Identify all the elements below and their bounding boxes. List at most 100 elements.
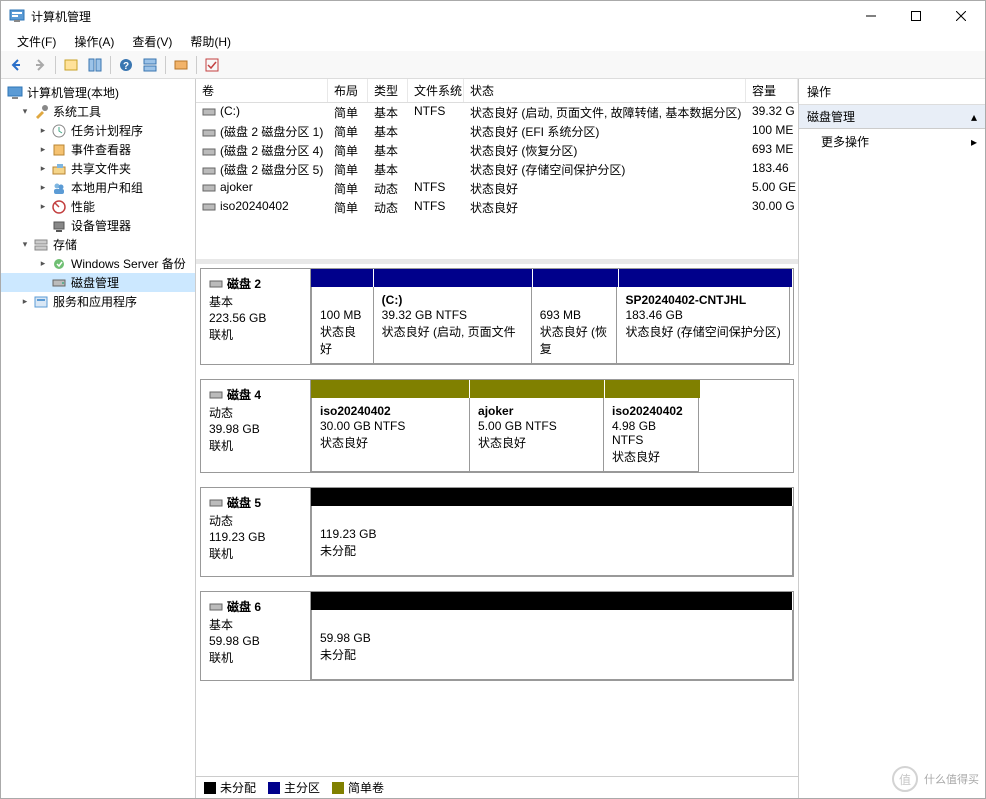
col-type[interactable]: 类型 bbox=[368, 79, 408, 102]
disk-info: 磁盘 6基本59.98 GB联机 bbox=[201, 592, 311, 680]
menu-action[interactable]: 操作(A) bbox=[66, 31, 122, 52]
collapse-icon: ▴ bbox=[971, 110, 977, 124]
legend-item: 主分区 bbox=[268, 779, 320, 796]
partition-header bbox=[374, 269, 533, 287]
volume-row[interactable]: (C:)简单基本NTFS状态良好 (启动, 页面文件, 故障转储, 基本数据分区… bbox=[196, 103, 798, 122]
chevron-right-icon: ▸ bbox=[37, 201, 49, 213]
chevron-right-icon: ▸ bbox=[19, 296, 31, 308]
legend-swatch bbox=[268, 782, 280, 794]
tree-item-disk-management[interactable]: 磁盘管理 bbox=[1, 273, 195, 292]
toolbar-btn-3[interactable] bbox=[139, 54, 161, 76]
tree-item-shared-folders[interactable]: ▸共享文件夹 bbox=[1, 159, 195, 178]
tree-item-performance[interactable]: ▸性能 bbox=[1, 197, 195, 216]
legend-swatch bbox=[204, 782, 216, 794]
volume-icon bbox=[202, 181, 216, 195]
col-layout[interactable]: 布局 bbox=[328, 79, 368, 102]
tree-group-storage[interactable]: ▾ 存储 bbox=[1, 235, 195, 254]
legend-item: 未分配 bbox=[204, 779, 256, 796]
tree-item-server-backup[interactable]: ▸Windows Server 备份 bbox=[1, 254, 195, 273]
disk-row[interactable]: 磁盘 6基本59.98 GB联机 59.98 GB未分配 bbox=[200, 591, 794, 681]
chevron-right-icon: ▸ bbox=[37, 182, 49, 194]
partition-cell[interactable]: (C:)39.32 GB NTFS状态良好 (启动, 页面文件 bbox=[373, 287, 532, 364]
volume-icon bbox=[202, 200, 216, 214]
tree-group-system-tools[interactable]: ▾ 系统工具 bbox=[1, 102, 195, 121]
menu-view[interactable]: 查看(V) bbox=[124, 31, 180, 52]
tree-root[interactable]: 计算机管理(本地) bbox=[1, 83, 195, 102]
volume-row[interactable]: (磁盘 2 磁盘分区 1)简单基本状态良好 (EFI 系统分区)100 ME bbox=[196, 122, 798, 141]
tree-item-task-scheduler[interactable]: ▸任务计划程序 bbox=[1, 121, 195, 140]
col-filesystem[interactable]: 文件系统 bbox=[408, 79, 464, 102]
chevron-right-icon: ▸ bbox=[37, 163, 49, 175]
toolbar: ? bbox=[1, 51, 985, 79]
partition-header bbox=[605, 380, 701, 398]
actions-more[interactable]: 更多操作 ▸ bbox=[799, 129, 985, 154]
chevron-right-icon: ▸ bbox=[37, 258, 49, 270]
partition-header bbox=[470, 380, 605, 398]
disk-map[interactable]: 磁盘 2基本223.56 GB联机 100 MB状态良好(C:)39.32 GB… bbox=[196, 264, 798, 776]
chevron-down-icon: ▾ bbox=[19, 106, 31, 118]
svg-text:?: ? bbox=[123, 61, 129, 72]
toolbar-btn-2[interactable] bbox=[84, 54, 106, 76]
chevron-right-icon: ▸ bbox=[37, 125, 49, 137]
partition-cell[interactable]: iso2024040230.00 GB NTFS状态良好 bbox=[311, 398, 470, 472]
partition-cell[interactable]: 59.98 GB未分配 bbox=[311, 610, 793, 680]
toolbar-btn-5[interactable] bbox=[201, 54, 223, 76]
volume-icon bbox=[202, 145, 216, 159]
volume-row[interactable]: (磁盘 2 磁盘分区 4)简单基本状态良好 (恢复分区)693 ME bbox=[196, 141, 798, 160]
col-volume[interactable]: 卷 bbox=[196, 79, 328, 102]
col-status[interactable]: 状态 bbox=[464, 79, 746, 102]
partition-header bbox=[311, 488, 793, 506]
minimize-button[interactable] bbox=[848, 2, 893, 31]
maximize-button[interactable] bbox=[893, 2, 938, 31]
partition-cell[interactable]: iso202404024.98 GB NTFS状态良好 bbox=[603, 398, 699, 472]
help-button[interactable]: ? bbox=[115, 54, 137, 76]
partition-header bbox=[533, 269, 620, 287]
navigation-tree[interactable]: 计算机管理(本地) ▾ 系统工具 ▸任务计划程序 ▸事件查看器 ▸共享文件夹 ▸… bbox=[1, 79, 196, 798]
partition-cell[interactable]: 119.23 GB未分配 bbox=[311, 506, 793, 576]
close-button[interactable] bbox=[938, 2, 983, 31]
disk-icon bbox=[209, 388, 223, 402]
disk-info: 磁盘 5动态119.23 GB联机 bbox=[201, 488, 311, 576]
forward-button[interactable] bbox=[29, 54, 51, 76]
disk-icon bbox=[51, 275, 67, 291]
legend-swatch bbox=[332, 782, 344, 794]
actions-pane: 操作 磁盘管理 ▴ 更多操作 ▸ bbox=[799, 79, 985, 798]
partition-cell[interactable]: 100 MB状态良好 bbox=[311, 287, 374, 364]
partition-cell[interactable]: 693 MB状态良好 (恢复 bbox=[531, 287, 618, 364]
disk-row[interactable]: 磁盘 5动态119.23 GB联机 119.23 GB未分配 bbox=[200, 487, 794, 577]
tree-group-services[interactable]: ▸ 服务和应用程序 bbox=[1, 292, 195, 311]
device-icon bbox=[51, 218, 67, 234]
actions-header: 操作 bbox=[799, 79, 985, 105]
center-pane: 卷 布局 类型 文件系统 状态 容量 (C:)简单基本NTFS状态良好 (启动,… bbox=[196, 79, 799, 798]
share-icon bbox=[51, 161, 67, 177]
window-title: 计算机管理 bbox=[31, 8, 91, 25]
volume-list[interactable]: 卷 布局 类型 文件系统 状态 容量 (C:)简单基本NTFS状态良好 (启动,… bbox=[196, 79, 798, 259]
tree-item-event-viewer[interactable]: ▸事件查看器 bbox=[1, 140, 195, 159]
menu-file[interactable]: 文件(F) bbox=[9, 31, 64, 52]
partition-header bbox=[311, 592, 793, 610]
clock-icon bbox=[51, 123, 67, 139]
partition-cell[interactable]: ajoker5.00 GB NTFS状态良好 bbox=[469, 398, 604, 472]
volume-row[interactable]: (磁盘 2 磁盘分区 5)简单基本状态良好 (存储空间保护分区)183.46 bbox=[196, 160, 798, 179]
disk-row[interactable]: 磁盘 2基本223.56 GB联机 100 MB状态良好(C:)39.32 GB… bbox=[200, 268, 794, 365]
partition-cell[interactable]: SP20240402-CNTJHL183.46 GB状态良好 (存储空间保护分区… bbox=[616, 287, 790, 364]
tree-root-label: 计算机管理(本地) bbox=[27, 84, 119, 101]
disk-icon bbox=[209, 496, 223, 510]
event-icon bbox=[51, 142, 67, 158]
menu-help[interactable]: 帮助(H) bbox=[182, 31, 239, 52]
titlebar: 计算机管理 bbox=[1, 1, 985, 31]
actions-section-title[interactable]: 磁盘管理 ▴ bbox=[799, 105, 985, 129]
chevron-down-icon: ▾ bbox=[19, 239, 31, 251]
volume-list-header: 卷 布局 类型 文件系统 状态 容量 bbox=[196, 79, 798, 103]
tree-item-local-users[interactable]: ▸本地用户和组 bbox=[1, 178, 195, 197]
disk-info: 磁盘 4动态39.98 GB联机 bbox=[201, 380, 311, 472]
toolbar-btn-1[interactable] bbox=[60, 54, 82, 76]
volume-row[interactable]: iso20240402简单动态NTFS状态良好30.00 G bbox=[196, 198, 798, 217]
toolbar-btn-4[interactable] bbox=[170, 54, 192, 76]
back-button[interactable] bbox=[5, 54, 27, 76]
tree-item-device-manager[interactable]: 设备管理器 bbox=[1, 216, 195, 235]
disk-row[interactable]: 磁盘 4动态39.98 GB联机iso2024040230.00 GB NTFS… bbox=[200, 379, 794, 473]
volume-row[interactable]: ajoker简单动态NTFS状态良好5.00 GE bbox=[196, 179, 798, 198]
col-capacity[interactable]: 容量 bbox=[746, 79, 798, 102]
disk-icon bbox=[209, 277, 223, 291]
